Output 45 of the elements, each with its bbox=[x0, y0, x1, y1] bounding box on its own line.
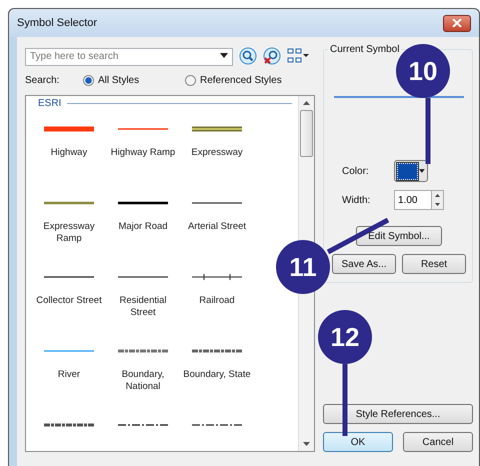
search-label: Search: bbox=[25, 74, 60, 86]
line-symbol-icon[interactable] bbox=[118, 199, 168, 207]
style-radio[interactable]: Referenced Styles bbox=[185, 74, 282, 86]
symbol-label[interactable]: Expressway Ramp bbox=[32, 221, 106, 245]
color-label: Color: bbox=[342, 166, 370, 176]
close-button[interactable] bbox=[443, 14, 471, 32]
save-as-button[interactable]: Save As... bbox=[332, 254, 396, 274]
width-label: Width: bbox=[342, 194, 372, 206]
style-radio[interactable]: All Styles bbox=[83, 74, 185, 86]
width-field[interactable]: 1.00 bbox=[394, 190, 432, 210]
dropdown-arrow-icon bbox=[419, 169, 425, 173]
line-symbol-icon[interactable] bbox=[192, 273, 242, 281]
cancel-button[interactable]: Cancel bbox=[403, 432, 473, 452]
view-options-icon[interactable] bbox=[287, 48, 309, 64]
symbol-label[interactable]: Boundary, National bbox=[106, 369, 180, 393]
reset-button[interactable]: Reset bbox=[402, 254, 466, 274]
window-title: Symbol Selector bbox=[17, 17, 98, 29]
symbol-label[interactable]: Arterial Street bbox=[188, 221, 246, 233]
dropdown-arrow-icon[interactable] bbox=[220, 53, 228, 58]
symbol-label[interactable]: Highway Ramp bbox=[110, 147, 176, 159]
scroll-up-icon[interactable] bbox=[303, 101, 310, 105]
line-symbol-icon[interactable] bbox=[44, 421, 94, 429]
symbol-label[interactable]: Expressway bbox=[191, 147, 243, 159]
clear-search-icon[interactable] bbox=[263, 47, 281, 65]
scroll-down-icon[interactable] bbox=[303, 442, 310, 446]
symbol-label[interactable]: Collector Street bbox=[36, 295, 102, 307]
ok-button[interactable]: OK bbox=[323, 432, 393, 452]
symbol-label[interactable]: Highway bbox=[50, 147, 88, 159]
symbol-label[interactable]: Railroad bbox=[199, 295, 235, 307]
close-icon bbox=[452, 19, 462, 27]
symbol-label[interactable]: Boundary, State bbox=[183, 369, 251, 381]
leader-line bbox=[342, 364, 348, 436]
symbol-label[interactable]: Major Road bbox=[118, 221, 168, 233]
scrollbar-thumb[interactable] bbox=[300, 110, 313, 157]
search-icon[interactable] bbox=[239, 47, 257, 65]
spin-buttons[interactable] bbox=[432, 190, 444, 210]
symbol-label[interactable]: River bbox=[58, 369, 80, 381]
color-picker[interactable] bbox=[394, 160, 428, 182]
group-header: ESRI bbox=[38, 98, 62, 109]
edit-symbol-button[interactable]: Edit Symbol... bbox=[356, 226, 442, 246]
leader-line bbox=[326, 218, 390, 254]
leader-line bbox=[425, 98, 431, 164]
symbol-label[interactable]: Residential Street bbox=[106, 295, 180, 319]
style-references-button[interactable]: Style References... bbox=[323, 404, 473, 424]
search-field[interactable]: Type here to search bbox=[25, 48, 233, 66]
